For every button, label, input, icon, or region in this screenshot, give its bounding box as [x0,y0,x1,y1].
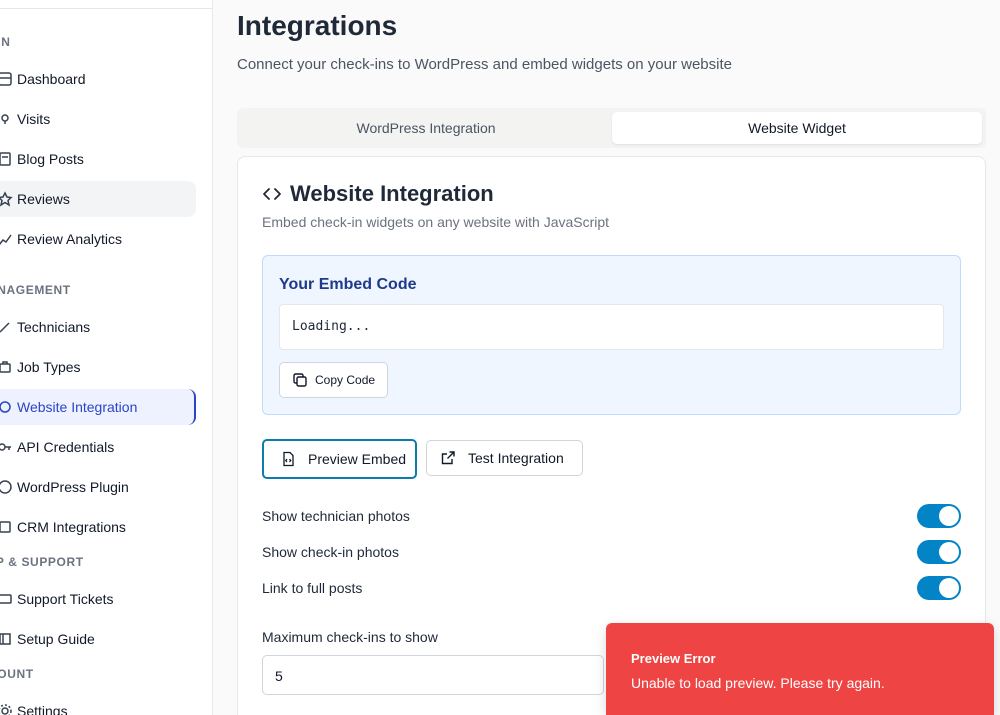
sidebar-item-website-integration[interactable]: Website Integration [0,389,196,425]
sidebar-item-blog-posts[interactable]: Blog Posts [0,141,196,177]
analytics-icon [0,230,14,248]
sidebar-item-label: Visits [17,111,51,127]
tab-wordpress-integration[interactable]: WordPress Integration [241,112,611,144]
sidebar-item-api-credentials[interactable]: API Credentials [0,429,196,465]
card-subtitle: Embed check-in widgets on any website wi… [262,214,610,230]
toggle-row-checkin-photos: Show check-in photos [262,540,961,564]
sidebar-divider [0,8,212,9]
toggle-row-technician-photos: Show technician photos [262,504,961,528]
sidebar-item-settings[interactable]: Settings [0,693,196,715]
sidebar-item-label: Reviews [17,191,70,207]
toggle-label: Show check-in photos [262,544,399,560]
ticket-icon [0,590,14,608]
wordpress-icon [0,478,14,496]
file-code-icon [283,451,294,467]
sidebar-item-label: Support Tickets [17,591,114,607]
embed-code-title: Your Embed Code [279,276,417,293]
embed-code-field[interactable]: Loading... [279,304,944,350]
preview-embed-button[interactable]: Preview Embed [262,439,417,479]
toggle-label: Link to full posts [262,580,363,596]
sidebar-item-review-analytics[interactable]: Review Analytics [0,221,196,257]
crm-icon [0,518,14,536]
section-label-main: AIN [0,35,11,49]
guide-icon [0,630,14,648]
sidebar-item-label: Review Analytics [17,231,123,247]
toast-message: Unable to load preview. Please try again… [631,675,885,691]
max-checkins-label: Maximum check-ins to show [262,629,438,645]
checkin-photos-toggle[interactable] [917,540,961,564]
sidebar-item-reviews[interactable]: Reviews [0,181,196,217]
external-link-icon [441,451,455,465]
visits-icon [0,110,14,128]
technicians-icon [0,318,14,336]
copy-code-button[interactable]: Copy Code [279,362,388,398]
sidebar-item-label: Website Integration [17,399,138,415]
sidebar-item-label: Dashboard [17,71,86,87]
copy-code-label: Copy Code [315,373,376,387]
embed-code-panel: Your Embed Code Loading... Copy Code [262,255,961,415]
test-integration-label: Test Integration [468,450,564,466]
toast-title: Preview Error [631,651,716,666]
link-full-posts-toggle[interactable] [917,576,961,600]
sidebar-item-label: WordPress Plugin [17,479,129,495]
sidebar-item-label: Job Types [17,359,81,375]
sidebar-item-support-tickets[interactable]: Support Tickets [0,581,196,617]
main-content: Integrations Connect your check-ins to W… [213,0,1000,715]
key-icon [0,438,14,456]
blog-posts-icon [0,150,14,168]
sidebar-item-setup-guide[interactable]: Setup Guide [0,621,196,657]
card-title-text: Website Integration [290,181,494,206]
integration-icon [0,398,14,416]
copy-icon [293,373,307,387]
job-types-icon [0,358,14,376]
sidebar-item-label: Technicians [17,319,91,335]
sidebar-item-crm-integrations[interactable]: CRM Integrations [0,509,196,545]
sidebar-item-visits[interactable]: Visits [0,101,196,137]
sidebar-item-wordpress-plugin[interactable]: WordPress Plugin [0,469,196,505]
sidebar-item-technicians[interactable]: Technicians [0,309,196,345]
section-label-account: COUNT [0,667,34,681]
sidebar-item-label: API Credentials [17,439,115,455]
sidebar-item-label: Settings [17,703,68,715]
toggle-label: Show technician photos [262,508,410,524]
sidebar-item-job-types[interactable]: Job Types [0,349,196,385]
page-title: Integrations [237,10,398,41]
integration-tabs: WordPress Integration Website Widget [237,108,986,148]
technician-photos-toggle[interactable] [917,504,961,528]
test-integration-button[interactable]: Test Integration [426,440,583,476]
dashboard-icon [0,70,14,88]
sidebar: AIN Dashboard Visits Blog Posts Reviews … [0,0,213,715]
section-label-management: ANAGEMENT [0,283,71,297]
section-label-help-support: LP & SUPPORT [0,555,84,569]
sidebar-item-dashboard[interactable]: Dashboard [0,61,196,97]
star-icon [0,190,14,208]
sidebar-item-label: Setup Guide [17,631,95,647]
toggle-row-link-full-posts: Link to full posts [262,576,961,600]
preview-error-toast: Preview Error Unable to load preview. Pl… [606,623,994,715]
code-icon [262,184,282,204]
preview-embed-label: Preview Embed [308,451,407,467]
page-subtitle: Connect your check-ins to WordPress and … [237,56,732,73]
sidebar-item-label: CRM Integrations [17,519,126,535]
sidebar-item-label: Blog Posts [17,151,84,167]
card-title: Website Integration [262,181,494,207]
tab-website-widget[interactable]: Website Widget [612,112,982,144]
max-checkins-input[interactable]: 5 [262,655,604,695]
gear-icon [0,702,14,715]
